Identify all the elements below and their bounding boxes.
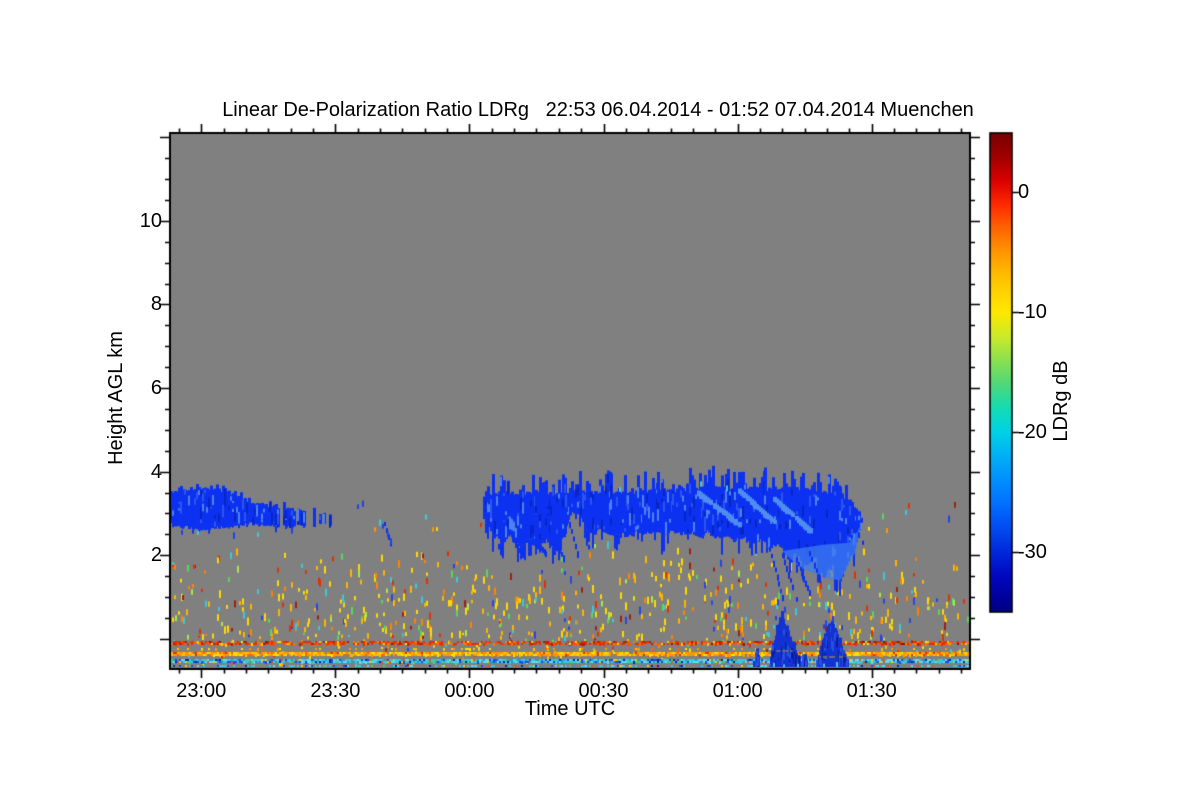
colorbar-tick-label: -10 (1018, 301, 1047, 324)
x-tick-label: 23:30 (310, 680, 361, 702)
x-tick-label: 23:00 (176, 680, 227, 702)
y-tick-label: 4 (150, 460, 162, 483)
x-tick-label: 00:00 (444, 680, 495, 702)
colorbar-tick-label: 0 (1018, 181, 1030, 204)
y-tick-label: 6 (150, 377, 162, 400)
x-tick-label: 01:30 (846, 680, 897, 702)
x-tick-label: 01:00 (712, 680, 763, 702)
colorbar-tick-label: -20 (1018, 421, 1047, 443)
chart-title: Linear De-Polarization Ratio LDRg 22:53 … (222, 99, 974, 121)
x-tick-label: 00:30 (578, 680, 629, 702)
colorbar-tick-label: -30 (1018, 541, 1047, 563)
colorbar-label: LDRg dB (1050, 360, 1072, 442)
y-tick-label: 2 (150, 544, 162, 567)
ldr-quicklook-figure: Linear De-Polarization Ratio LDRg 22:53 … (0, 0, 1200, 800)
y-tick-label: 8 (150, 293, 162, 316)
y-tick-label: 10 (139, 209, 162, 232)
